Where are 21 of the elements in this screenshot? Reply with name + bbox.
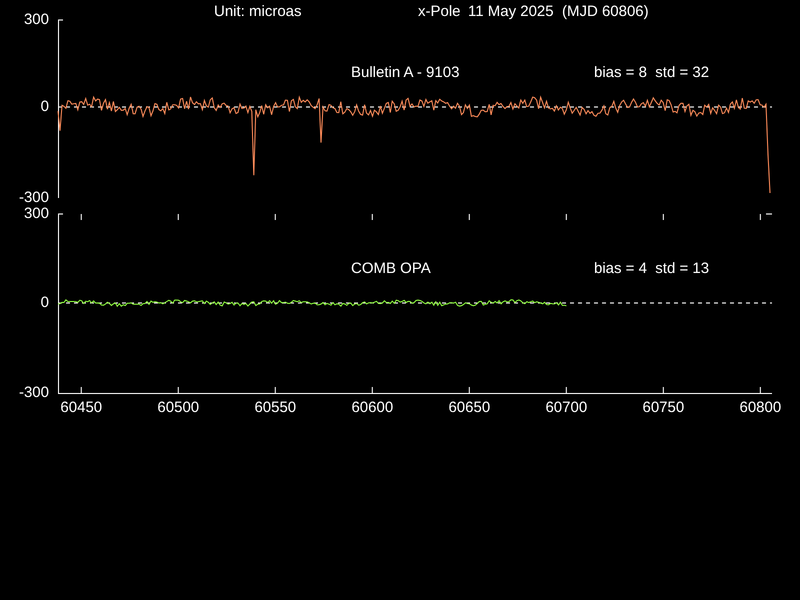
y-tick-label: -300 <box>18 384 49 401</box>
x-tick-label: 60550 <box>254 399 296 416</box>
x-tick-label: 60700 <box>545 399 588 416</box>
stats-label: bias = 4 std = 13 <box>594 260 710 277</box>
date-label: 11 May 2025 (MJD 60806) <box>468 3 649 20</box>
y-tick-label: 0 <box>40 98 49 115</box>
stats-label: bias = 8 std = 32 <box>594 64 710 81</box>
series-label: Bulletin A - 9103 <box>351 64 460 81</box>
y-tick-label: 0 <box>40 294 49 311</box>
series-label: COMB OPA <box>351 260 431 277</box>
x-tick-label: 60600 <box>351 399 394 416</box>
x-tick-label: 60800 <box>739 399 782 416</box>
x-tick-label: 60500 <box>157 399 200 416</box>
y-tick-label: -300 <box>18 189 49 206</box>
unit-label: Unit: microas <box>214 3 302 20</box>
component-label: x-Pole <box>418 3 461 20</box>
y-tick-label: 300 <box>24 11 49 28</box>
x-tick-label: 60650 <box>448 399 490 416</box>
y-tick-label: 300 <box>24 205 49 222</box>
x-tick-label: 60450 <box>60 399 102 416</box>
x-tick-label: 60750 <box>642 399 684 416</box>
